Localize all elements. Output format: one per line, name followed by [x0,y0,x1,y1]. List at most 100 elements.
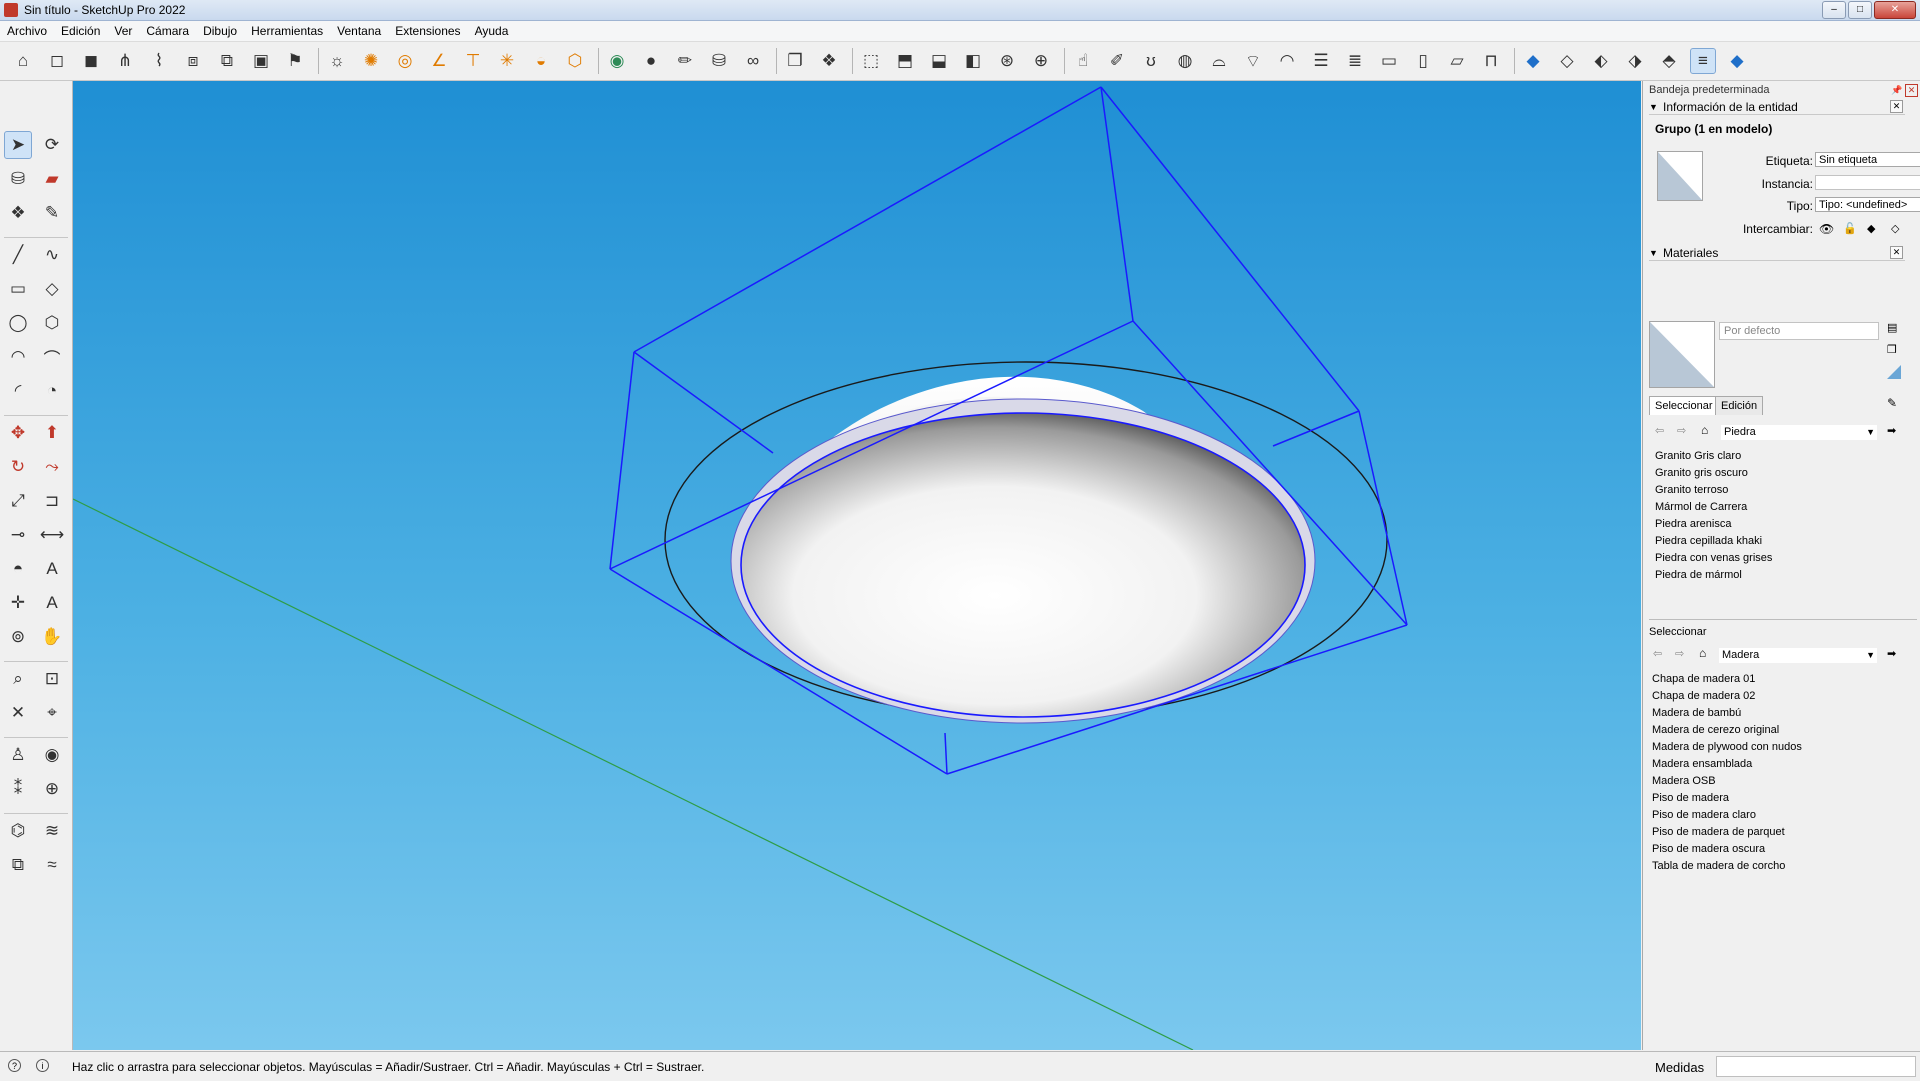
geolocation-icon[interactable]: ? [8,1059,21,1072]
zoom-tool[interactable]: ⌕ [4,665,32,693]
star-orange-button[interactable]: ✳ [494,48,520,74]
menu-ver[interactable]: Ver [107,24,139,38]
wire-button[interactable]: ⌇ [146,48,172,74]
face-button[interactable]: ⬖ [1588,48,1614,74]
3d-text-tool[interactable]: A [38,589,66,617]
box-orange-button[interactable]: ⬡ [562,48,588,74]
details-arrow-icon[interactable]: ➡ [1887,424,1901,438]
tape-measure-tool[interactable]: ⊸ [4,521,32,549]
collection-select-1[interactable]: Piedra ▼ [1721,425,1877,440]
material-list-item[interactable]: Mármol de Carrera [1655,501,1747,513]
material-list-item[interactable]: Piedra cepillada khaki [1655,535,1762,547]
lock-icon[interactable]: 🔓 [1843,222,1857,236]
material-list-item[interactable]: Granito gris oscuro [1655,467,1748,479]
forward-arrow-icon[interactable]: ⇨ [1677,424,1691,438]
zoom-previous-tool[interactable]: ⌖ [38,699,66,727]
pie-tool[interactable]: ◔ [38,377,66,405]
material-list-item[interactable]: Madera ensamblada [1652,758,1752,770]
material-name-input[interactable]: Por defecto [1719,322,1879,340]
gem-blue2-button[interactable]: ◆ [1724,48,1750,74]
material-list-item[interactable]: Piedra con venas grises [1655,552,1772,564]
window2-button[interactable]: ▯ [1410,48,1436,74]
smoove-tool[interactable]: ≋ [38,817,66,845]
scale-tool[interactable]: ⤢ [4,487,32,515]
rotated-rectangle-tool[interactable]: ◇ [38,275,66,303]
front-view-button[interactable]: ⬓ [926,48,952,74]
menu-ayuda[interactable]: Ayuda [468,24,516,38]
menu-herramientas[interactable]: Herramientas [244,24,330,38]
zoom-window-tool[interactable]: ⊡ [38,665,66,693]
right-view-button[interactable]: ◧ [960,48,986,74]
text-label-tool[interactable]: A [38,555,66,583]
material-list-item[interactable]: Piedra arenisca [1655,518,1731,530]
tag-select[interactable]: Sin etiqueta ▼ [1815,152,1920,167]
display-secondary-icon[interactable]: ▤ [1887,321,1901,335]
back-arrow-icon[interactable]: ⇦ [1653,647,1667,661]
zoom-extents-tool[interactable]: ✕ [4,699,32,727]
maximize-button[interactable]: □ [1848,1,1872,19]
select-arrow-tool[interactable]: ➤ [4,131,32,159]
window3-button[interactable]: ▱ [1444,48,1470,74]
rectangle-tool[interactable]: ▭ [4,275,32,303]
grass-button[interactable]: ⋔ [112,48,138,74]
tray-close-icon[interactable]: ✕ [1905,84,1918,97]
orbit2-tool[interactable]: ⊚ [4,623,32,651]
material-list-item[interactable]: Piso de madera claro [1652,809,1756,821]
coin-button[interactable]: ● [638,48,664,74]
photo-button[interactable]: ▣ [248,48,274,74]
material-list-item[interactable]: Madera OSB [1652,775,1716,787]
section-plane-button[interactable]: ⧉ [214,48,240,74]
entity-swatch[interactable] [1657,151,1703,201]
material-list-item[interactable]: Chapa de madera 01 [1652,673,1755,685]
stamp-tool[interactable]: ⧉ [4,851,32,879]
measurements-input[interactable] [1716,1056,1916,1077]
lines-button[interactable]: ☰ [1308,48,1334,74]
menu-ventana[interactable]: Ventana [330,24,388,38]
arc2-tool[interactable]: ⌒ [38,343,66,371]
arc3-tool[interactable]: ◜ [4,377,32,405]
material-list-item[interactable]: Chapa de madera 02 [1652,690,1755,702]
tag-pencil-tool[interactable]: ✎ [38,199,66,227]
info-icon[interactable]: i [36,1059,49,1072]
material-list-item[interactable]: Granito Gris claro [1655,450,1741,462]
rotate-tool[interactable]: ↻ [4,453,32,481]
home-icon[interactable]: ⌂ [1701,423,1715,437]
tab-edicion[interactable]: Edición [1715,396,1764,415]
dimension-tool[interactable]: ⟷ [38,521,66,549]
paint-bucket-tool[interactable]: ⛁ [4,165,32,193]
orbit-tool[interactable]: ⟳ [38,131,66,159]
offset-tool[interactable]: ⊐ [38,487,66,515]
tab-seleccionar[interactable]: Seleccionar [1649,396,1719,415]
material-list-item[interactable]: Madera de plywood con nudos [1652,741,1802,753]
protractor-tool[interactable]: ◓ [4,555,32,583]
camera-button[interactable]: ⚑ [282,48,308,74]
gem-white-button[interactable]: ◇ [1554,48,1580,74]
material-list-item[interactable]: Madera de bambú [1652,707,1741,719]
move-tool[interactable]: ✥ [4,419,32,447]
entity-info-header[interactable]: ▼ Información de la entidad ✕ [1649,99,1905,115]
lock-button[interactable]: ⊓ [1478,48,1504,74]
left-view-button[interactable]: ⊕ [1028,48,1054,74]
section-cube-button[interactable]: ⧈ [180,48,206,74]
iso-button[interactable]: ⬚ [858,48,884,74]
menu-extensiones[interactable]: Extensiones [388,24,467,38]
window-button[interactable]: ▭ [1376,48,1402,74]
material-list-item[interactable]: Piso de madera [1652,792,1729,804]
model-viewport[interactable] [73,81,1641,1050]
back-arrow-icon[interactable]: ⇦ [1655,424,1669,438]
footprints-tool[interactable]: ⁑ [4,775,32,803]
cube-shaded-button[interactable]: ◼ [78,48,104,74]
menu-archivo[interactable]: Archivo [0,24,54,38]
face3-button[interactable]: ⬘ [1656,48,1682,74]
back-view-button[interactable]: ⊛ [994,48,1020,74]
circle-tool[interactable]: ◯ [4,309,32,337]
walk-tool[interactable]: ♙ [4,741,32,769]
material-list-item[interactable]: Piso de madera de parquet [1652,826,1785,838]
material-list-item[interactable]: Madera de cerezo original [1652,724,1779,736]
follow-me-tool[interactable]: ⤳ [38,453,66,481]
polygon-tool[interactable]: ⬡ [38,309,66,337]
eyedropper-icon[interactable]: ✎ [1887,396,1901,410]
material-list-item[interactable]: Tabla de madera de corcho [1652,860,1785,872]
shadow-cast-icon[interactable]: ◆ [1867,222,1881,236]
collection-select-2[interactable]: Madera ▼ [1719,648,1877,663]
